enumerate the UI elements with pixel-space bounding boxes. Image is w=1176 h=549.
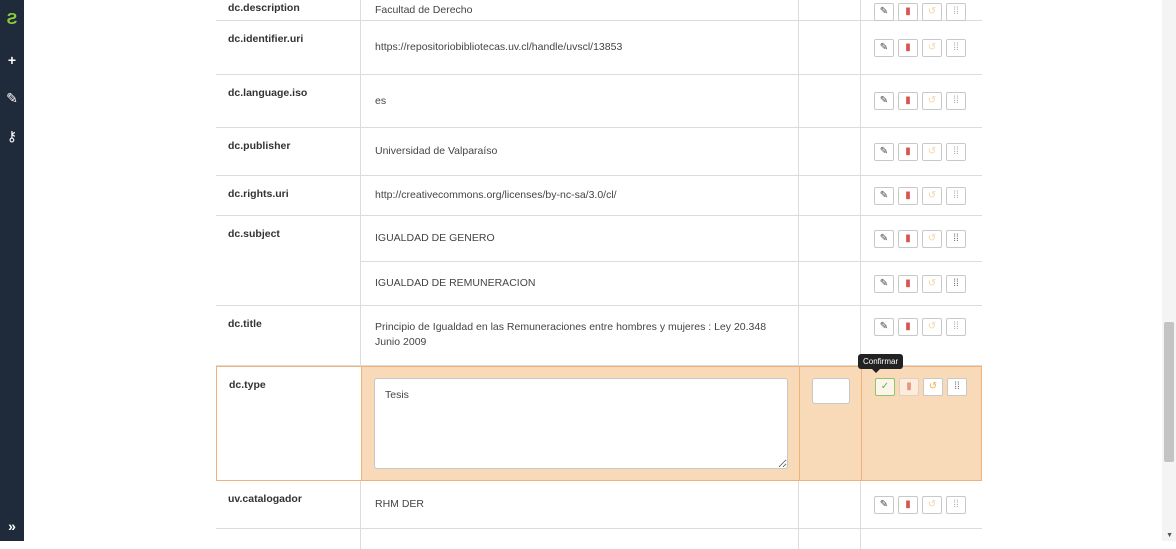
language-cell: [799, 262, 861, 305]
edit-icon[interactable]: ✎: [874, 38, 894, 57]
edit-icon[interactable]: ✎: [874, 274, 894, 293]
delete-icon[interactable]: ▮: [898, 38, 918, 57]
delete-icon[interactable]: ▮: [898, 142, 918, 161]
metadata-value[interactable]: es: [361, 75, 799, 127]
metadata-key: dc.description: [216, 0, 361, 20]
language-cell: [799, 481, 861, 528]
language-cell: [799, 0, 861, 21]
table-row-editing: dc.type ✓ ▮ ↺ ⁞⁞: [216, 366, 982, 481]
edit-icon[interactable]: ✎: [874, 92, 894, 110]
drag-icon[interactable]: ⁞⁞: [946, 318, 966, 336]
metadata-value[interactable]: https://repositoriobibliotecas.uv.cl/han…: [361, 21, 799, 74]
metadata-value[interactable]: http://creativecommons.org/licenses/by-n…: [361, 176, 799, 215]
undo-icon[interactable]: ↺: [922, 38, 942, 57]
scrollbar[interactable]: ▼: [1162, 0, 1176, 541]
confirm-tooltip: Confirmar: [858, 354, 904, 373]
undo-icon[interactable]: ↺: [922, 186, 942, 205]
table-row: uv.catalogador RHM DER ✎ ▮ ↺ ⁞⁞: [216, 481, 982, 529]
drag-icon[interactable]: ⁞⁞: [946, 2, 966, 21]
plus-icon[interactable]: +: [0, 48, 24, 72]
language-cell: [799, 75, 861, 127]
drag-icon[interactable]: ⁞⁞: [946, 229, 966, 248]
delete-icon[interactable]: ▮: [899, 378, 919, 396]
delete-icon[interactable]: ▮: [898, 186, 918, 205]
metadata-value[interactable]: Universidad de Valparaíso: [361, 128, 799, 175]
edit-icon[interactable]: ✎: [874, 186, 894, 205]
language-cell: [799, 306, 861, 365]
drag-icon[interactable]: ⁞⁞: [946, 274, 966, 293]
drag-icon[interactable]: ⁞⁞: [946, 142, 966, 161]
edit-icon[interactable]: ✎: [874, 2, 894, 21]
table-row: dc.identifier.uri https://repositoriobib…: [216, 21, 982, 75]
edit-icon[interactable]: ✎: [874, 142, 894, 161]
key-icon[interactable]: ⚷: [0, 124, 24, 148]
metadata-key: dc.subject: [216, 216, 361, 305]
confirm-check-icon[interactable]: ✓: [875, 378, 895, 396]
metadata-value[interactable]: IGUALDAD DE REMUNERACION: [361, 262, 799, 305]
undo-icon[interactable]: ↺: [922, 495, 942, 514]
language-cell: [800, 367, 862, 480]
metadata-key: dc.publisher: [216, 128, 361, 175]
delete-icon[interactable]: ▮: [898, 2, 918, 21]
scrollbar-thumb[interactable]: [1164, 322, 1174, 462]
metadata-value[interactable]: Principio de Igualdad en las Remuneracio…: [361, 306, 799, 365]
expand-icon[interactable]: »: [0, 514, 24, 538]
metadata-key: dc.title: [216, 306, 361, 365]
undo-icon[interactable]: ↺: [922, 229, 942, 248]
edit-icon[interactable]: ✎: [874, 495, 894, 514]
metadata-key: [216, 529, 361, 549]
metadata-value[interactable]: Facultad de Derecho: [361, 0, 799, 21]
table-row: dc.rights.uri http://creativecommons.org…: [216, 176, 982, 216]
metadata-key: dc.identifier.uri: [216, 21, 361, 74]
undo-icon[interactable]: ↺: [922, 142, 942, 161]
language-cell: [799, 21, 861, 74]
language-cell: [799, 128, 861, 175]
table-row: dc.publisher Universidad de Valparaíso ✎…: [216, 128, 982, 176]
language-cell: [799, 216, 861, 261]
delete-icon[interactable]: ▮: [898, 229, 918, 248]
drag-icon[interactable]: ⁞⁞: [946, 92, 966, 110]
metadata-value: [361, 529, 799, 549]
metadata-key: dc.language.iso: [216, 75, 361, 127]
undo-icon[interactable]: ↺: [922, 274, 942, 293]
drag-icon[interactable]: ⁞⁞: [946, 495, 966, 514]
language-cell: [799, 176, 861, 215]
table-row: dc.description Facultad de Derecho ✎ ▮ ↺…: [216, 0, 982, 21]
delete-icon[interactable]: ▮: [898, 274, 918, 293]
metadata-key: dc.type: [217, 367, 362, 480]
edit-icon[interactable]: ✎: [874, 229, 894, 248]
value-textarea[interactable]: [374, 378, 788, 469]
metadata-value[interactable]: IGUALDAD DE GENERO: [361, 216, 799, 261]
metadata-key: dc.rights.uri: [216, 176, 361, 215]
drag-icon[interactable]: ⁞⁞: [947, 378, 967, 396]
pencil-icon[interactable]: ✎: [0, 86, 24, 110]
undo-icon[interactable]: ↺: [922, 92, 942, 110]
delete-icon[interactable]: ▮: [898, 92, 918, 110]
undo-icon[interactable]: ↺: [922, 318, 942, 336]
sidebar: Ƨ + ✎ ⚷ »: [0, 0, 24, 541]
language-cell: [799, 529, 861, 549]
table-row: dc.language.iso es ✎ ▮ ↺ ⁞⁞: [216, 75, 982, 128]
delete-icon[interactable]: ▮: [898, 318, 918, 336]
language-input[interactable]: [812, 378, 850, 404]
table-row: dc.subject IGUALDAD DE GENERO ✎ ▮ ↺ ⁞⁞ I…: [216, 216, 982, 306]
drag-icon[interactable]: ⁞⁞: [946, 186, 966, 205]
drag-icon[interactable]: ⁞⁞: [946, 38, 966, 57]
table-row: [216, 529, 982, 549]
metadata-value[interactable]: RHM DER: [361, 481, 799, 528]
delete-icon[interactable]: ▮: [898, 495, 918, 514]
undo-icon[interactable]: ↺: [923, 378, 943, 396]
logo-icon[interactable]: Ƨ: [0, 8, 24, 32]
undo-icon[interactable]: ↺: [922, 2, 942, 21]
edit-icon[interactable]: ✎: [874, 318, 894, 336]
metadata-key: uv.catalogador: [216, 481, 361, 528]
scroll-down-icon[interactable]: ▼: [1166, 532, 1173, 539]
value-cell: [362, 367, 800, 480]
